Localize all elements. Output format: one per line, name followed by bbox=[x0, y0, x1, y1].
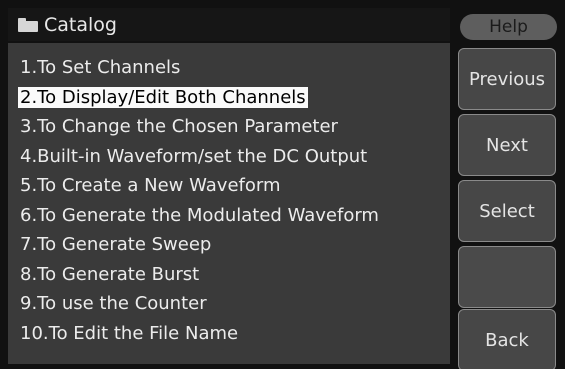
menu-item-builtin-waveform[interactable]: 4.Built-in Waveform/set the DC Output bbox=[18, 142, 381, 172]
menu-item-create-waveform[interactable]: 5.To Create a New Waveform bbox=[18, 171, 381, 201]
menu-item-modulated-waveform[interactable]: 6.To Generate the Modulated Waveform bbox=[18, 201, 381, 231]
previous-button[interactable]: Previous bbox=[458, 48, 556, 110]
menu-item-generate-burst[interactable]: 8.To Generate Burst bbox=[18, 260, 381, 290]
menu-item-display-edit-both-channels[interactable]: 2.To Display/Edit Both Channels bbox=[18, 83, 381, 113]
menu-item-edit-file-name[interactable]: 10.To Edit the File Name bbox=[18, 319, 381, 349]
window-title: Catalog bbox=[44, 13, 117, 36]
menu-item-use-counter[interactable]: 9.To use the Counter bbox=[18, 289, 381, 319]
folder-icon bbox=[18, 17, 38, 32]
menu-item-change-parameter[interactable]: 3.To Change the Chosen Parameter bbox=[18, 112, 381, 142]
next-button[interactable]: Next bbox=[458, 114, 556, 176]
blank-softkey-button[interactable] bbox=[458, 246, 556, 308]
title-bar: Catalog bbox=[8, 8, 450, 41]
menu-item-generate-sweep[interactable]: 7.To Generate Sweep bbox=[18, 230, 381, 260]
back-button[interactable]: Back bbox=[458, 309, 556, 369]
select-button[interactable]: Select bbox=[458, 180, 556, 242]
catalog-menu: 1.To Set Channels 2.To Display/Edit Both… bbox=[18, 53, 381, 348]
help-button[interactable]: Help bbox=[460, 14, 557, 40]
catalog-screen: Catalog Help 1.To Set Channels 2.To Disp… bbox=[0, 0, 565, 369]
catalog-list-panel: 1.To Set Channels 2.To Display/Edit Both… bbox=[8, 43, 450, 364]
menu-item-set-channels[interactable]: 1.To Set Channels bbox=[18, 53, 381, 83]
